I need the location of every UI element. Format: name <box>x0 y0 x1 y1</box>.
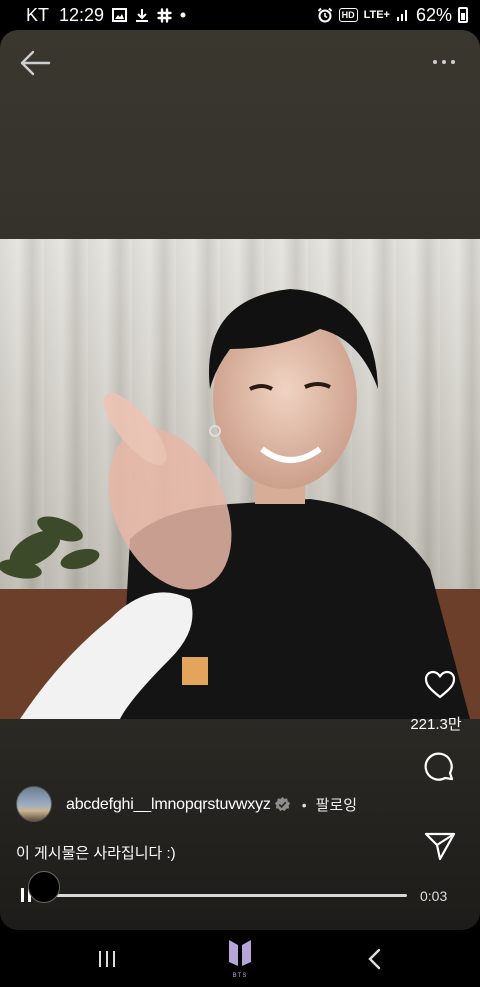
signal-icon <box>396 8 410 22</box>
heart-icon <box>424 670 456 699</box>
recents-icon <box>99 951 115 967</box>
share-button[interactable] <box>424 830 456 862</box>
dot-icon <box>180 12 186 18</box>
navigation-bar: BTS <box>0 930 480 987</box>
progress-knob[interactable] <box>28 871 60 903</box>
bts-logo-icon <box>229 940 251 966</box>
send-icon <box>424 832 456 861</box>
chevron-left-icon <box>368 948 381 970</box>
username-link[interactable]: abcdefghi__lmnopqrstuvwxyz <box>66 796 271 814</box>
home-label: BTS <box>232 973 248 979</box>
slack-icon <box>157 7 172 23</box>
more-horizontal-icon <box>433 60 455 64</box>
more-options-button[interactable] <box>430 52 458 72</box>
status-bar: KT 12:29 HD LTE+ 62% <box>0 0 480 30</box>
nav-back-button[interactable] <box>366 948 382 970</box>
network-label: LTE+ <box>363 9 390 21</box>
verified-badge-icon <box>274 796 290 812</box>
caption: 이 게시물은 사라집니다 :) <box>16 845 176 862</box>
playback-time: 0:03 <box>420 888 448 904</box>
progress-track[interactable] <box>40 894 407 897</box>
battery-icon <box>458 7 468 23</box>
comment-icon <box>424 752 454 781</box>
comment-button[interactable] <box>424 752 456 784</box>
gallery-icon <box>112 8 128 22</box>
download-icon <box>135 8 149 23</box>
video-frame <box>0 239 480 719</box>
like-count: 221.3만 <box>410 716 462 733</box>
back-button[interactable] <box>18 48 52 78</box>
carrier-name: KT <box>26 4 50 25</box>
status-right: HD LTE+ 62% <box>317 5 468 26</box>
user-row: abcdefghi__lmnopqrstuvwxyz • 팔로잉 <box>66 794 357 815</box>
home-button[interactable]: BTS <box>225 938 255 979</box>
status-left: KT 12:29 <box>26 5 186 26</box>
recents-button[interactable] <box>97 950 117 968</box>
separator-dot: • <box>301 796 307 813</box>
battery-percent: 62% <box>415 4 452 25</box>
lte-icon: LTE+ <box>364 9 390 21</box>
avatar[interactable] <box>16 786 52 822</box>
top-bar <box>0 30 480 96</box>
alarm-icon <box>317 7 333 23</box>
hd-badge-label: HD <box>341 10 355 20</box>
arrow-left-icon <box>20 50 51 76</box>
status-time: 12:29 <box>59 4 105 25</box>
like-button[interactable] <box>424 670 456 700</box>
video-player[interactable] <box>0 239 480 719</box>
following-button[interactable]: 팔로잉 <box>316 794 357 815</box>
hd-icon: HD <box>338 8 358 22</box>
post-card: 221.3만 abcdefghi__lmnopqrstuvwxyz • 팔로잉 … <box>0 30 480 930</box>
